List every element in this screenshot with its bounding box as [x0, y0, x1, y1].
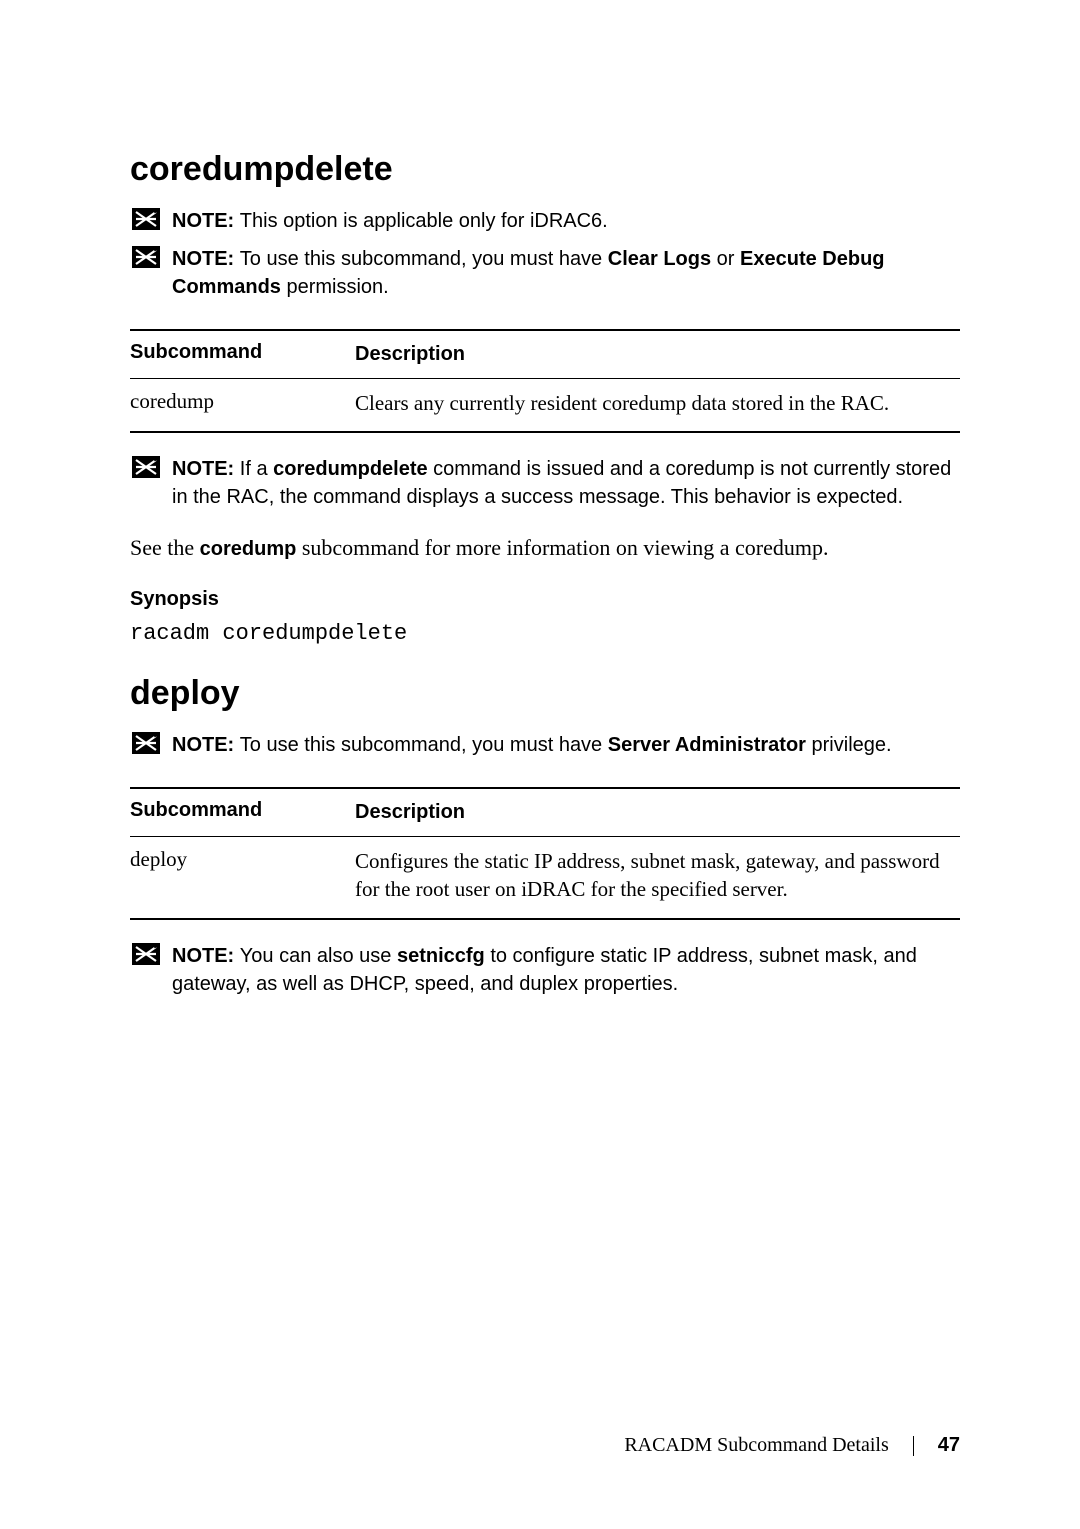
- note-row: NOTE: If a coredumpdelete command is iss…: [130, 455, 960, 511]
- note-seg: You can also use: [240, 945, 397, 967]
- cell-description: Configures the static IP address, subnet…: [355, 847, 960, 904]
- note-seg: privilege.: [806, 734, 892, 756]
- note-seg: or: [711, 248, 740, 270]
- note-row: NOTE: You can also use setniccfg to conf…: [130, 942, 960, 998]
- col-header-subcommand: Subcommand: [130, 341, 355, 368]
- note-icon: [132, 943, 160, 965]
- note-bold: Clear Logs: [608, 248, 711, 270]
- heading-coredumpdelete: coredumpdelete: [130, 150, 960, 189]
- note-text: NOTE: You can also use setniccfg to conf…: [172, 942, 960, 998]
- note-icon: [132, 456, 160, 478]
- note-label: NOTE:: [172, 248, 240, 270]
- col-header-description: Description: [355, 341, 960, 368]
- note-label: NOTE:: [172, 458, 240, 480]
- note-text: NOTE: This option is applicable only for…: [172, 207, 608, 235]
- note-label: NOTE:: [172, 945, 240, 967]
- cell-subcommand: coredump: [130, 389, 355, 414]
- note-seg: permission.: [281, 276, 389, 298]
- note-bold: setniccfg: [397, 945, 485, 967]
- footer-divider: [913, 1436, 914, 1456]
- note-body: This option is applicable only for iDRAC…: [240, 210, 608, 232]
- table-header: Subcommand Description: [130, 329, 960, 379]
- note-text: NOTE: To use this subcommand, you must h…: [172, 245, 960, 301]
- note-bold: Server Administrator: [608, 734, 806, 756]
- footer-page-number: 47: [938, 1434, 960, 1457]
- table-row: coredump Clears any currently resident c…: [130, 379, 960, 433]
- note-seg: To use this subcommand, you must have: [240, 734, 608, 756]
- col-header-subcommand: Subcommand: [130, 799, 355, 826]
- synopsis-heading: Synopsis: [130, 588, 960, 611]
- note-icon: [132, 246, 160, 268]
- table-header: Subcommand Description: [130, 787, 960, 837]
- note-label: NOTE:: [172, 210, 240, 232]
- cell-subcommand: deploy: [130, 847, 355, 872]
- subcommand-table: Subcommand Description coredump Clears a…: [130, 329, 960, 433]
- col-header-description: Description: [355, 799, 960, 826]
- note-text: NOTE: If a coredumpdelete command is iss…: [172, 455, 960, 511]
- note-seg: To use this subcommand, you must have: [240, 248, 608, 270]
- note-row: NOTE: To use this subcommand, you must h…: [130, 731, 960, 759]
- note-row: NOTE: This option is applicable only for…: [130, 207, 960, 235]
- note-bold: coredumpdelete: [273, 458, 427, 480]
- cell-description: Clears any currently resident coredump d…: [355, 389, 960, 417]
- footer-title: RACADM Subcommand Details: [624, 1434, 888, 1457]
- body-bold: coredump: [200, 538, 297, 560]
- body-seg: See the: [130, 535, 200, 560]
- heading-deploy: deploy: [130, 674, 960, 713]
- note-icon: [132, 732, 160, 754]
- body-paragraph: See the coredump subcommand for more inf…: [130, 533, 960, 564]
- body-seg: subcommand for more information on viewi…: [296, 535, 828, 560]
- page-footer: RACADM Subcommand Details 47: [624, 1434, 960, 1457]
- note-icon: [132, 208, 160, 230]
- synopsis-code: racadm coredumpdelete: [130, 621, 960, 646]
- table-row: deploy Configures the static IP address,…: [130, 837, 960, 920]
- note-text: NOTE: To use this subcommand, you must h…: [172, 731, 892, 759]
- note-row: NOTE: To use this subcommand, you must h…: [130, 245, 960, 301]
- note-label: NOTE:: [172, 734, 240, 756]
- subcommand-table: Subcommand Description deploy Configures…: [130, 787, 960, 920]
- note-seg: If a: [240, 458, 273, 480]
